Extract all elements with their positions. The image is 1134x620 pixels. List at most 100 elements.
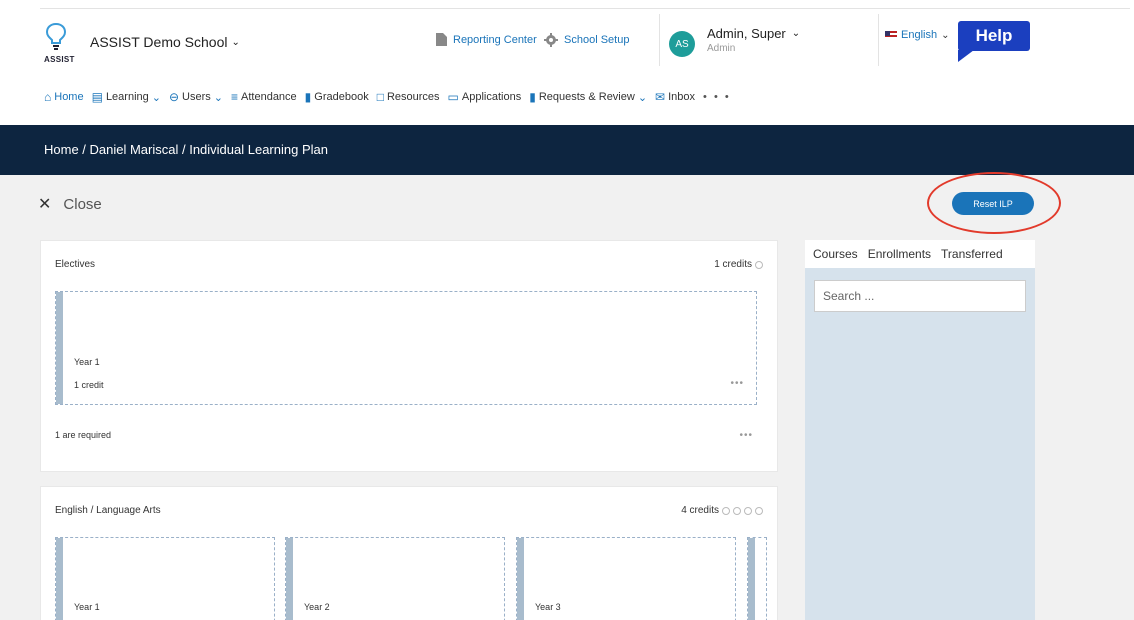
chevron-down-icon: ⌄ — [151, 91, 161, 104]
nav-requests-review[interactable]: ▮ Requests & Review ⌄ — [529, 90, 647, 104]
nav-resources-label: Resources — [386, 91, 440, 103]
resources-icon: □ — [376, 90, 384, 104]
document-icon — [436, 33, 447, 46]
slot-bar — [517, 538, 524, 620]
chevron-down-icon: ⌄ — [637, 91, 648, 104]
nav-inbox-label: Inbox — [668, 91, 696, 103]
panel-tabs: Courses Enrollments Transferred — [805, 240, 1035, 268]
slot-year: Year 2 — [304, 602, 330, 612]
electives-required: 1 are required — [55, 430, 112, 440]
learning-icon: ▤ — [91, 90, 103, 104]
required-more-icon[interactable]: ••• — [739, 430, 753, 441]
gradebook-icon: ▮ — [304, 90, 312, 104]
gear-icon — [544, 33, 558, 47]
user-menu[interactable]: Admin, Super ⌄ — [707, 26, 800, 41]
top-header: ASSIST ASSIST Demo School ⌄ Reporting Ce… — [0, 0, 1134, 125]
school-logo[interactable]: ASSIST — [44, 22, 74, 66]
inbox-icon: ✉ — [655, 90, 666, 104]
slot-credit: 1 credit — [74, 380, 104, 390]
electives-credits-label: 1 credits — [714, 259, 752, 270]
school-selector[interactable]: ASSIST Demo School ⌄ — [90, 34, 240, 50]
users-icon: ⊖ — [168, 90, 180, 104]
applications-icon: ▭ — [447, 90, 459, 104]
electives-card: Electives 1 credits Year 1 1 credit ••• … — [40, 240, 778, 472]
credit-circle-icon — [755, 260, 763, 269]
slot-bar — [56, 538, 63, 620]
slot-year: Year 3 — [535, 602, 561, 612]
slot-bar — [286, 538, 293, 620]
close-label: Close — [63, 195, 102, 213]
english-slot[interactable]: Year 3 — [516, 537, 736, 620]
reporting-center-link[interactable]: Reporting Center — [436, 33, 537, 46]
nav-home[interactable]: ⌂ Home — [44, 90, 84, 104]
school-setup-label: School Setup — [564, 34, 630, 46]
top-divider — [40, 8, 1130, 9]
chevron-down-icon: ⌄ — [213, 91, 223, 104]
logo-text: ASSIST — [44, 55, 75, 64]
chevron-down-icon: ⌄ — [791, 28, 801, 39]
nav-attendance-label: Attendance — [241, 91, 297, 103]
tab-courses[interactable]: Courses — [805, 247, 863, 261]
slot-bar — [56, 292, 63, 404]
nav-applications-label: Applications — [461, 91, 522, 103]
nav-inbox[interactable]: ✉ Inbox — [655, 90, 695, 104]
chevron-down-icon: ⌄ — [231, 36, 240, 48]
user-name: Admin, Super — [707, 26, 786, 41]
chevron-down-icon: ⌄ — [941, 29, 950, 41]
electives-credits: 1 credits — [714, 259, 763, 270]
nav-learning-label: Learning — [105, 91, 149, 103]
nav-gradebook[interactable]: ▮ Gradebook — [305, 90, 369, 104]
course-panel: Courses Enrollments Transferred — [805, 240, 1035, 620]
nav-applications[interactable]: ▭ Applications — [448, 90, 522, 104]
requests-icon: ▮ — [529, 90, 536, 104]
header-divider-2 — [878, 14, 879, 66]
slot-year: Year 1 — [74, 357, 100, 367]
tab-transferred[interactable]: Transferred — [936, 247, 1008, 261]
reporting-center-label: Reporting Center — [453, 33, 537, 46]
credit-circle-icon — [755, 506, 763, 515]
school-setup-link[interactable]: School Setup — [544, 33, 629, 47]
english-card: English / Language Arts 4 credits Year 1… — [40, 486, 778, 620]
help-bubble-tail — [958, 50, 974, 62]
language-label: English — [901, 29, 938, 41]
avatar[interactable]: AS — [669, 31, 695, 57]
english-slot[interactable]: Year 1 — [55, 537, 275, 620]
help-button[interactable]: Help — [958, 21, 1030, 51]
nav-attendance[interactable]: ≡ Attendance — [231, 90, 297, 104]
english-title: English / Language Arts — [55, 505, 161, 516]
elective-slot[interactable]: Year 1 1 credit ••• — [55, 291, 757, 405]
home-icon: ⌂ — [44, 90, 52, 104]
credit-circle-icon — [744, 506, 752, 515]
nav-users[interactable]: ⊖ Users ⌄ — [169, 90, 223, 104]
nav-users-label: Users — [182, 91, 211, 103]
search-input[interactable] — [814, 280, 1026, 312]
close-button[interactable]: ✕ Close — [38, 194, 102, 214]
tab-enrollments[interactable]: Enrollments — [863, 247, 936, 261]
lightbulb-icon — [45, 22, 67, 50]
slot-more-icon[interactable]: ••• — [730, 378, 744, 389]
english-slot-partial[interactable] — [747, 537, 767, 620]
credit-circle-icon — [722, 506, 730, 515]
nav-learning[interactable]: ▤ Learning ⌄ — [92, 90, 161, 104]
close-icon: ✕ — [38, 196, 52, 213]
english-credits-label: 4 credits — [681, 505, 719, 516]
user-role: Admin — [707, 43, 736, 54]
credit-circle-icon — [733, 506, 741, 515]
attendance-icon: ≡ — [231, 90, 239, 104]
header-divider — [659, 14, 660, 66]
slot-bar — [748, 538, 755, 620]
nav-requests-label: Requests & Review — [538, 91, 635, 103]
english-slot[interactable]: Year 2 — [285, 537, 505, 620]
main-nav: ⌂ Home ▤ Learning ⌄ ⊖ Users ⌄ ≡ Attendan… — [44, 90, 731, 104]
language-selector[interactable]: English ⌄ — [885, 29, 949, 41]
breadcrumb: Home / Daniel Mariscal / Individual Lear… — [44, 142, 328, 157]
nav-gradebook-label: Gradebook — [314, 91, 369, 103]
us-flag-icon — [885, 31, 897, 39]
school-name: ASSIST Demo School — [90, 34, 228, 50]
highlight-circle — [927, 172, 1061, 234]
english-credits: 4 credits — [681, 505, 763, 516]
slot-year: Year 1 — [74, 602, 100, 612]
nav-more-icon[interactable]: • • • — [703, 91, 731, 103]
electives-title: Electives — [55, 259, 96, 270]
nav-resources[interactable]: □ Resources — [377, 90, 440, 104]
